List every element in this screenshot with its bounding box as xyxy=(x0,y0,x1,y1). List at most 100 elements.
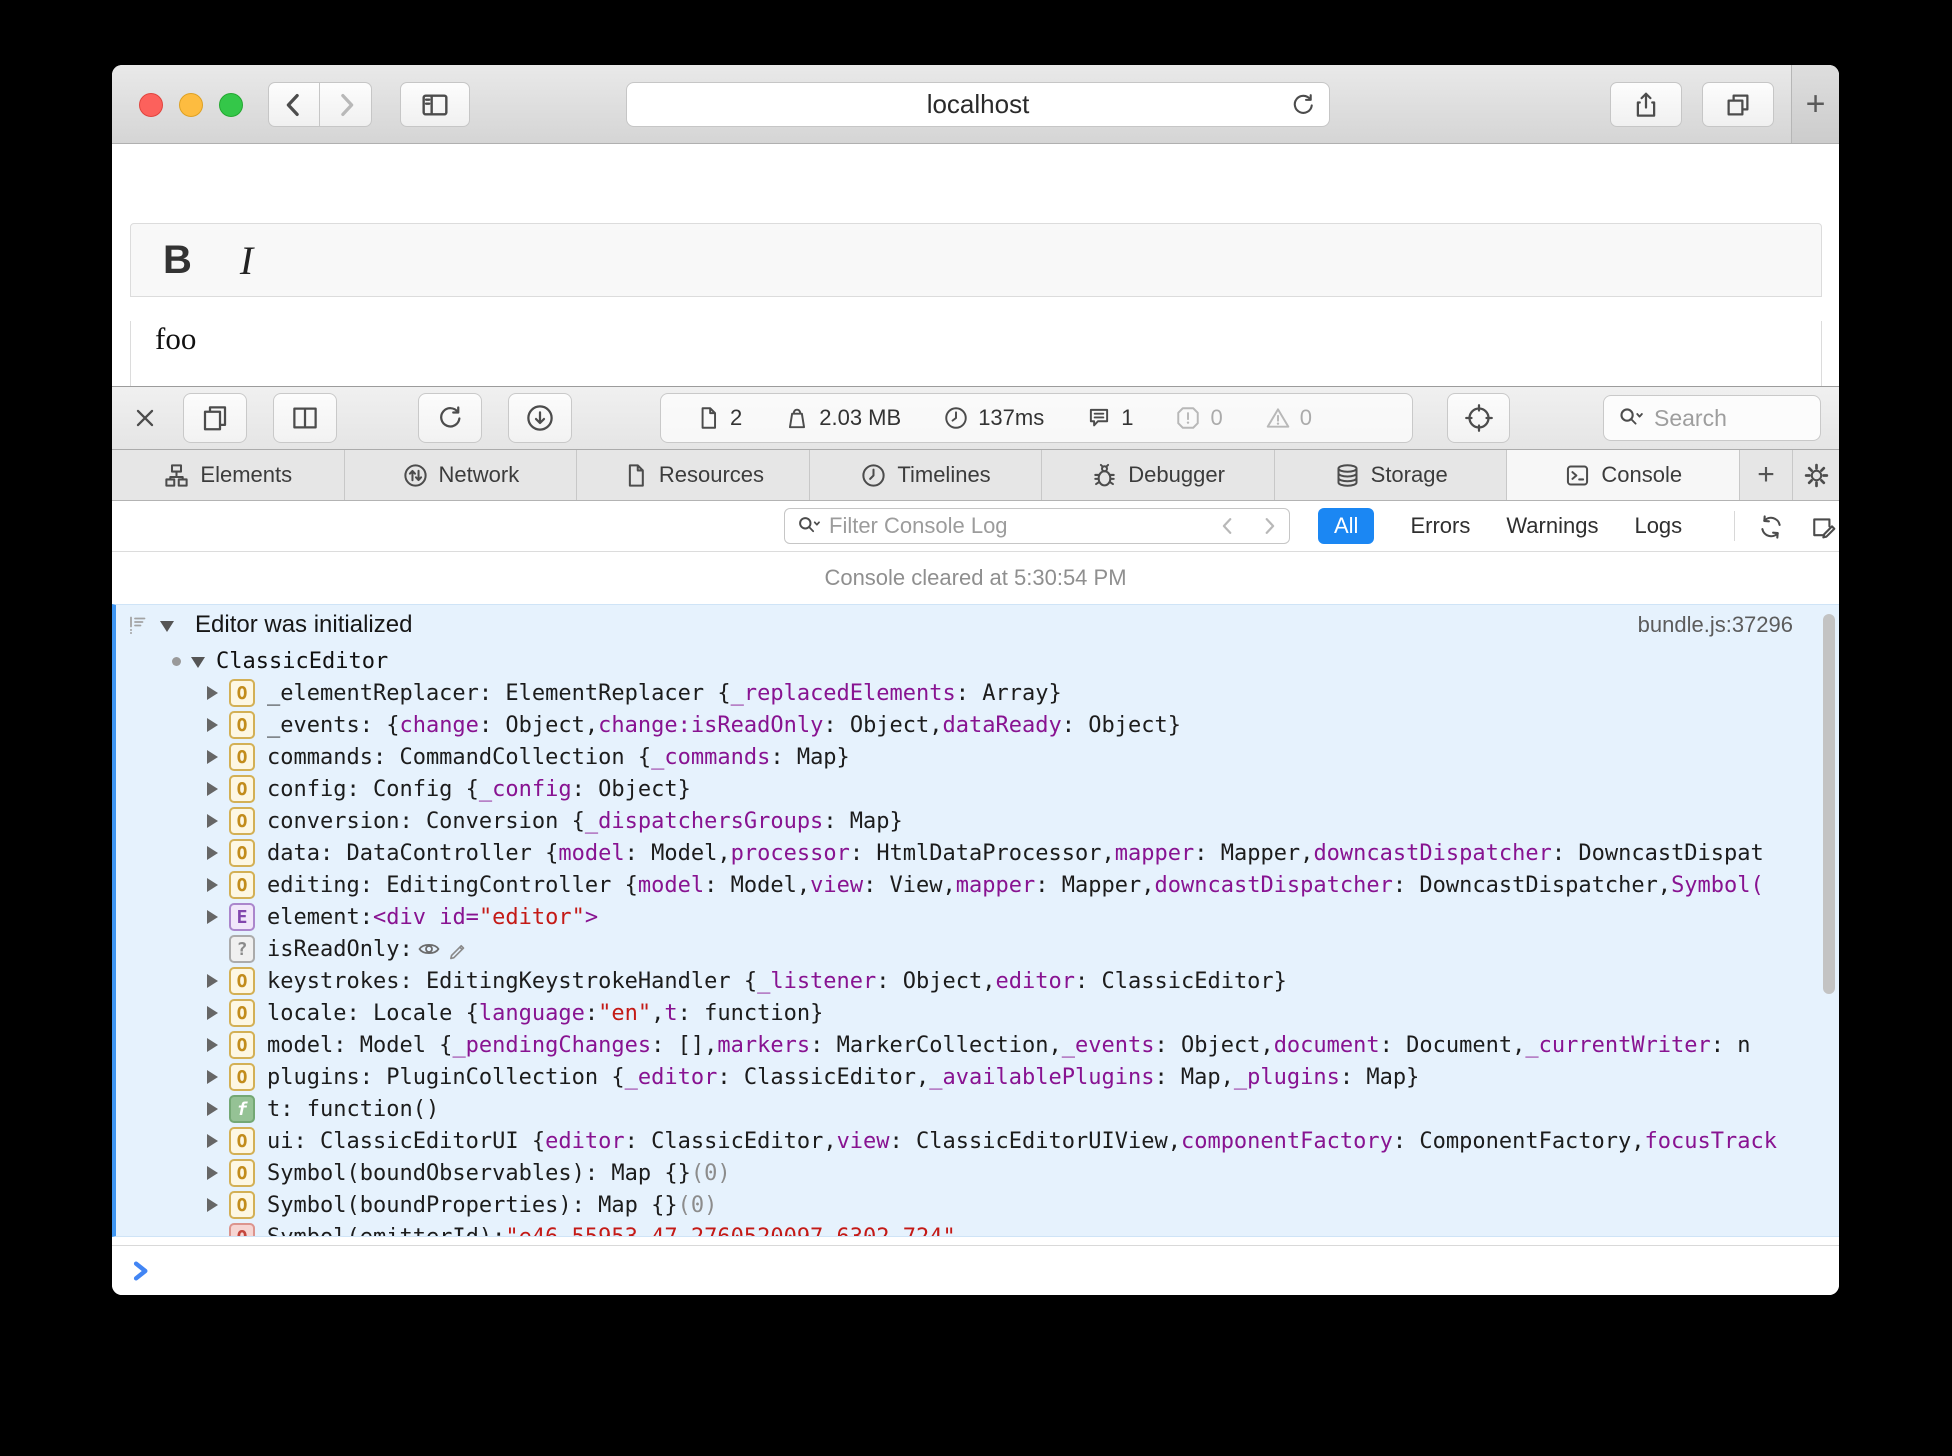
stat-resources[interactable]: 2 xyxy=(695,405,742,431)
expand-triangle[interactable] xyxy=(204,813,219,829)
italic-button[interactable]: I xyxy=(240,237,253,284)
reload-page-button[interactable] xyxy=(418,393,482,443)
tab-overview-button[interactable] xyxy=(1702,82,1774,127)
filter-console-input[interactable] xyxy=(827,512,1181,540)
collapse-triangle[interactable] xyxy=(160,618,175,633)
stat-warnings[interactable]: 0 xyxy=(1265,405,1312,431)
console-tree-row[interactable]: O _events: {change: Object, change:isRead… xyxy=(116,709,1839,741)
expand-triangle[interactable] xyxy=(204,1037,219,1053)
expand-triangle[interactable] xyxy=(204,1197,219,1213)
console-scratchpad-button[interactable] xyxy=(1801,508,1839,546)
inspector-search-field[interactable] xyxy=(1603,395,1821,441)
find-next-button[interactable] xyxy=(1248,508,1290,544)
forward-button[interactable] xyxy=(320,82,372,127)
token: Symbol( xyxy=(1671,872,1764,898)
console-tree-row[interactable]: Oconfig: Config {_config: Object} xyxy=(116,773,1839,805)
tab-overview-icon xyxy=(1727,94,1749,115)
console-tree-row[interactable]: Odata: DataController {model: Model, pro… xyxy=(116,837,1839,869)
element-picker-button[interactable] xyxy=(1447,393,1510,443)
console-tree-row[interactable]: Olocale: Locale {language: "en", t: func… xyxy=(116,997,1839,1029)
scope-logs[interactable]: Logs xyxy=(1634,513,1682,539)
console-tree-row[interactable]: Oediting: EditingController {model: Mode… xyxy=(116,869,1839,901)
clear-console-button[interactable] xyxy=(1749,508,1793,546)
stat-load-time[interactable]: 137ms xyxy=(943,405,1044,431)
token: dataReady xyxy=(942,712,1062,738)
console-tree-row[interactable]: O Symbol(boundObservables): Map {} (0) xyxy=(116,1157,1839,1189)
scope-all[interactable]: All xyxy=(1318,508,1375,544)
console-tree-row[interactable]: Oconversion: Conversion {_dispatchersGro… xyxy=(116,805,1839,837)
expand-triangle[interactable] xyxy=(204,877,219,893)
log-source-link[interactable]: bundle.js:37296 xyxy=(1638,612,1839,638)
zoom-window-button[interactable] xyxy=(219,93,243,117)
token: "e46-55953-47-2760520097-6302-724" xyxy=(505,1224,956,1237)
inspector-settings-button[interactable] xyxy=(1793,450,1839,500)
new-tab-button[interactable]: + xyxy=(1791,65,1839,143)
expand-triangle[interactable] xyxy=(204,1005,219,1021)
share-button[interactable] xyxy=(1610,82,1682,127)
expand-triangle[interactable] xyxy=(204,1069,219,1085)
expand-triangle[interactable] xyxy=(204,909,219,925)
stat-transfer-size[interactable]: 2.03 MB xyxy=(784,405,901,431)
stat-messages-value: 1 xyxy=(1121,405,1134,430)
expand-triangle[interactable] xyxy=(204,717,219,733)
download-page-button[interactable] xyxy=(508,393,572,443)
console-object-root[interactable]: ClassicEditor xyxy=(116,645,1839,677)
sidebar-toggle-button[interactable] xyxy=(400,82,470,127)
tab-storage[interactable]: Storage xyxy=(1275,450,1508,500)
scope-errors[interactable]: Errors xyxy=(1410,513,1470,539)
address-bar[interactable]: localhost xyxy=(626,82,1330,127)
accessor-icons[interactable] xyxy=(417,937,469,961)
console-tree-row[interactable]: O Symbol(boundProperties): Map {} (0) xyxy=(116,1189,1839,1221)
search-input[interactable] xyxy=(1652,403,1796,433)
detach-inspector-button[interactable] xyxy=(183,393,247,443)
console-tree-row[interactable]: Eelement: <div id= "editor" > xyxy=(116,901,1839,933)
console-tree-row[interactable]: O _elementReplacer: ElementReplacer {_rep… xyxy=(116,677,1839,709)
expand-triangle[interactable] xyxy=(204,1101,219,1117)
token: t xyxy=(664,1000,678,1026)
console-prompt[interactable] xyxy=(112,1245,1839,1295)
collapse-triangle[interactable] xyxy=(191,654,206,669)
scope-warnings[interactable]: Warnings xyxy=(1506,513,1598,539)
console-tree-row[interactable]: ? isReadOnly: xyxy=(116,933,1839,965)
close-inspector-button[interactable] xyxy=(128,401,162,435)
tab-console[interactable]: Console xyxy=(1507,450,1741,500)
console-tree-row[interactable]: Oui: ClassicEditorUI {editor: ClassicEdi… xyxy=(116,1125,1839,1157)
expand-triangle[interactable] xyxy=(204,685,219,701)
console-filter-field[interactable] xyxy=(784,508,1208,544)
reload-icon xyxy=(440,406,461,428)
back-button[interactable] xyxy=(268,82,320,127)
find-previous-button[interactable] xyxy=(1207,508,1249,544)
console-tree-row[interactable]: Omodel: Model {_pendingChanges: [], mark… xyxy=(116,1029,1839,1061)
tab-elements[interactable]: Elements xyxy=(112,450,345,500)
console-tree-row[interactable]: Oplugins: PluginCollection {_editor: Cla… xyxy=(116,1061,1839,1093)
log-message-text: Editor was initialized xyxy=(195,611,413,638)
token: _config xyxy=(478,776,572,802)
add-tab-button[interactable]: + xyxy=(1740,450,1794,500)
storage-icon xyxy=(1337,463,1358,487)
expand-triangle[interactable] xyxy=(204,1165,219,1181)
scrollbar-thumb[interactable] xyxy=(1823,614,1835,994)
bold-button[interactable]: B xyxy=(163,238,192,283)
expand-triangle[interactable] xyxy=(204,973,219,989)
tab-network[interactable]: Network xyxy=(345,450,578,500)
expand-triangle[interactable] xyxy=(204,781,219,797)
tab-resources[interactable]: Resources xyxy=(577,450,810,500)
dock-side-button[interactable] xyxy=(273,393,337,443)
expand-triangle[interactable] xyxy=(204,1133,219,1149)
close-window-button[interactable] xyxy=(139,93,163,117)
reload-button[interactable] xyxy=(1289,91,1317,124)
console-tree-row[interactable]: Ocommands: CommandCollection {_commands:… xyxy=(116,741,1839,773)
expand-triangle[interactable] xyxy=(204,845,219,861)
tab-debugger[interactable]: Debugger xyxy=(1042,450,1275,500)
minimize-window-button[interactable] xyxy=(179,93,203,117)
console-tree-row[interactable]: O Symbol(emitterId): "e46-55953-47-276052… xyxy=(116,1221,1839,1237)
log-entry-header[interactable]: Editor was initialized bundle.js:37296 xyxy=(116,605,1839,645)
console-tree-row[interactable]: Okeystrokes: EditingKeystrokeHandler {_l… xyxy=(116,965,1839,997)
tab-timelines[interactable]: Timelines xyxy=(810,450,1043,500)
expand-triangle[interactable] xyxy=(204,749,219,765)
stat-console-messages[interactable]: 1 xyxy=(1086,405,1133,431)
console-log-entry[interactable]: Editor was initialized bundle.js:37296 C… xyxy=(112,604,1839,1237)
stat-errors[interactable]: 0 xyxy=(1175,405,1223,431)
chevron-right-icon xyxy=(340,93,353,116)
console-tree-row[interactable]: f t: function() xyxy=(116,1093,1839,1125)
